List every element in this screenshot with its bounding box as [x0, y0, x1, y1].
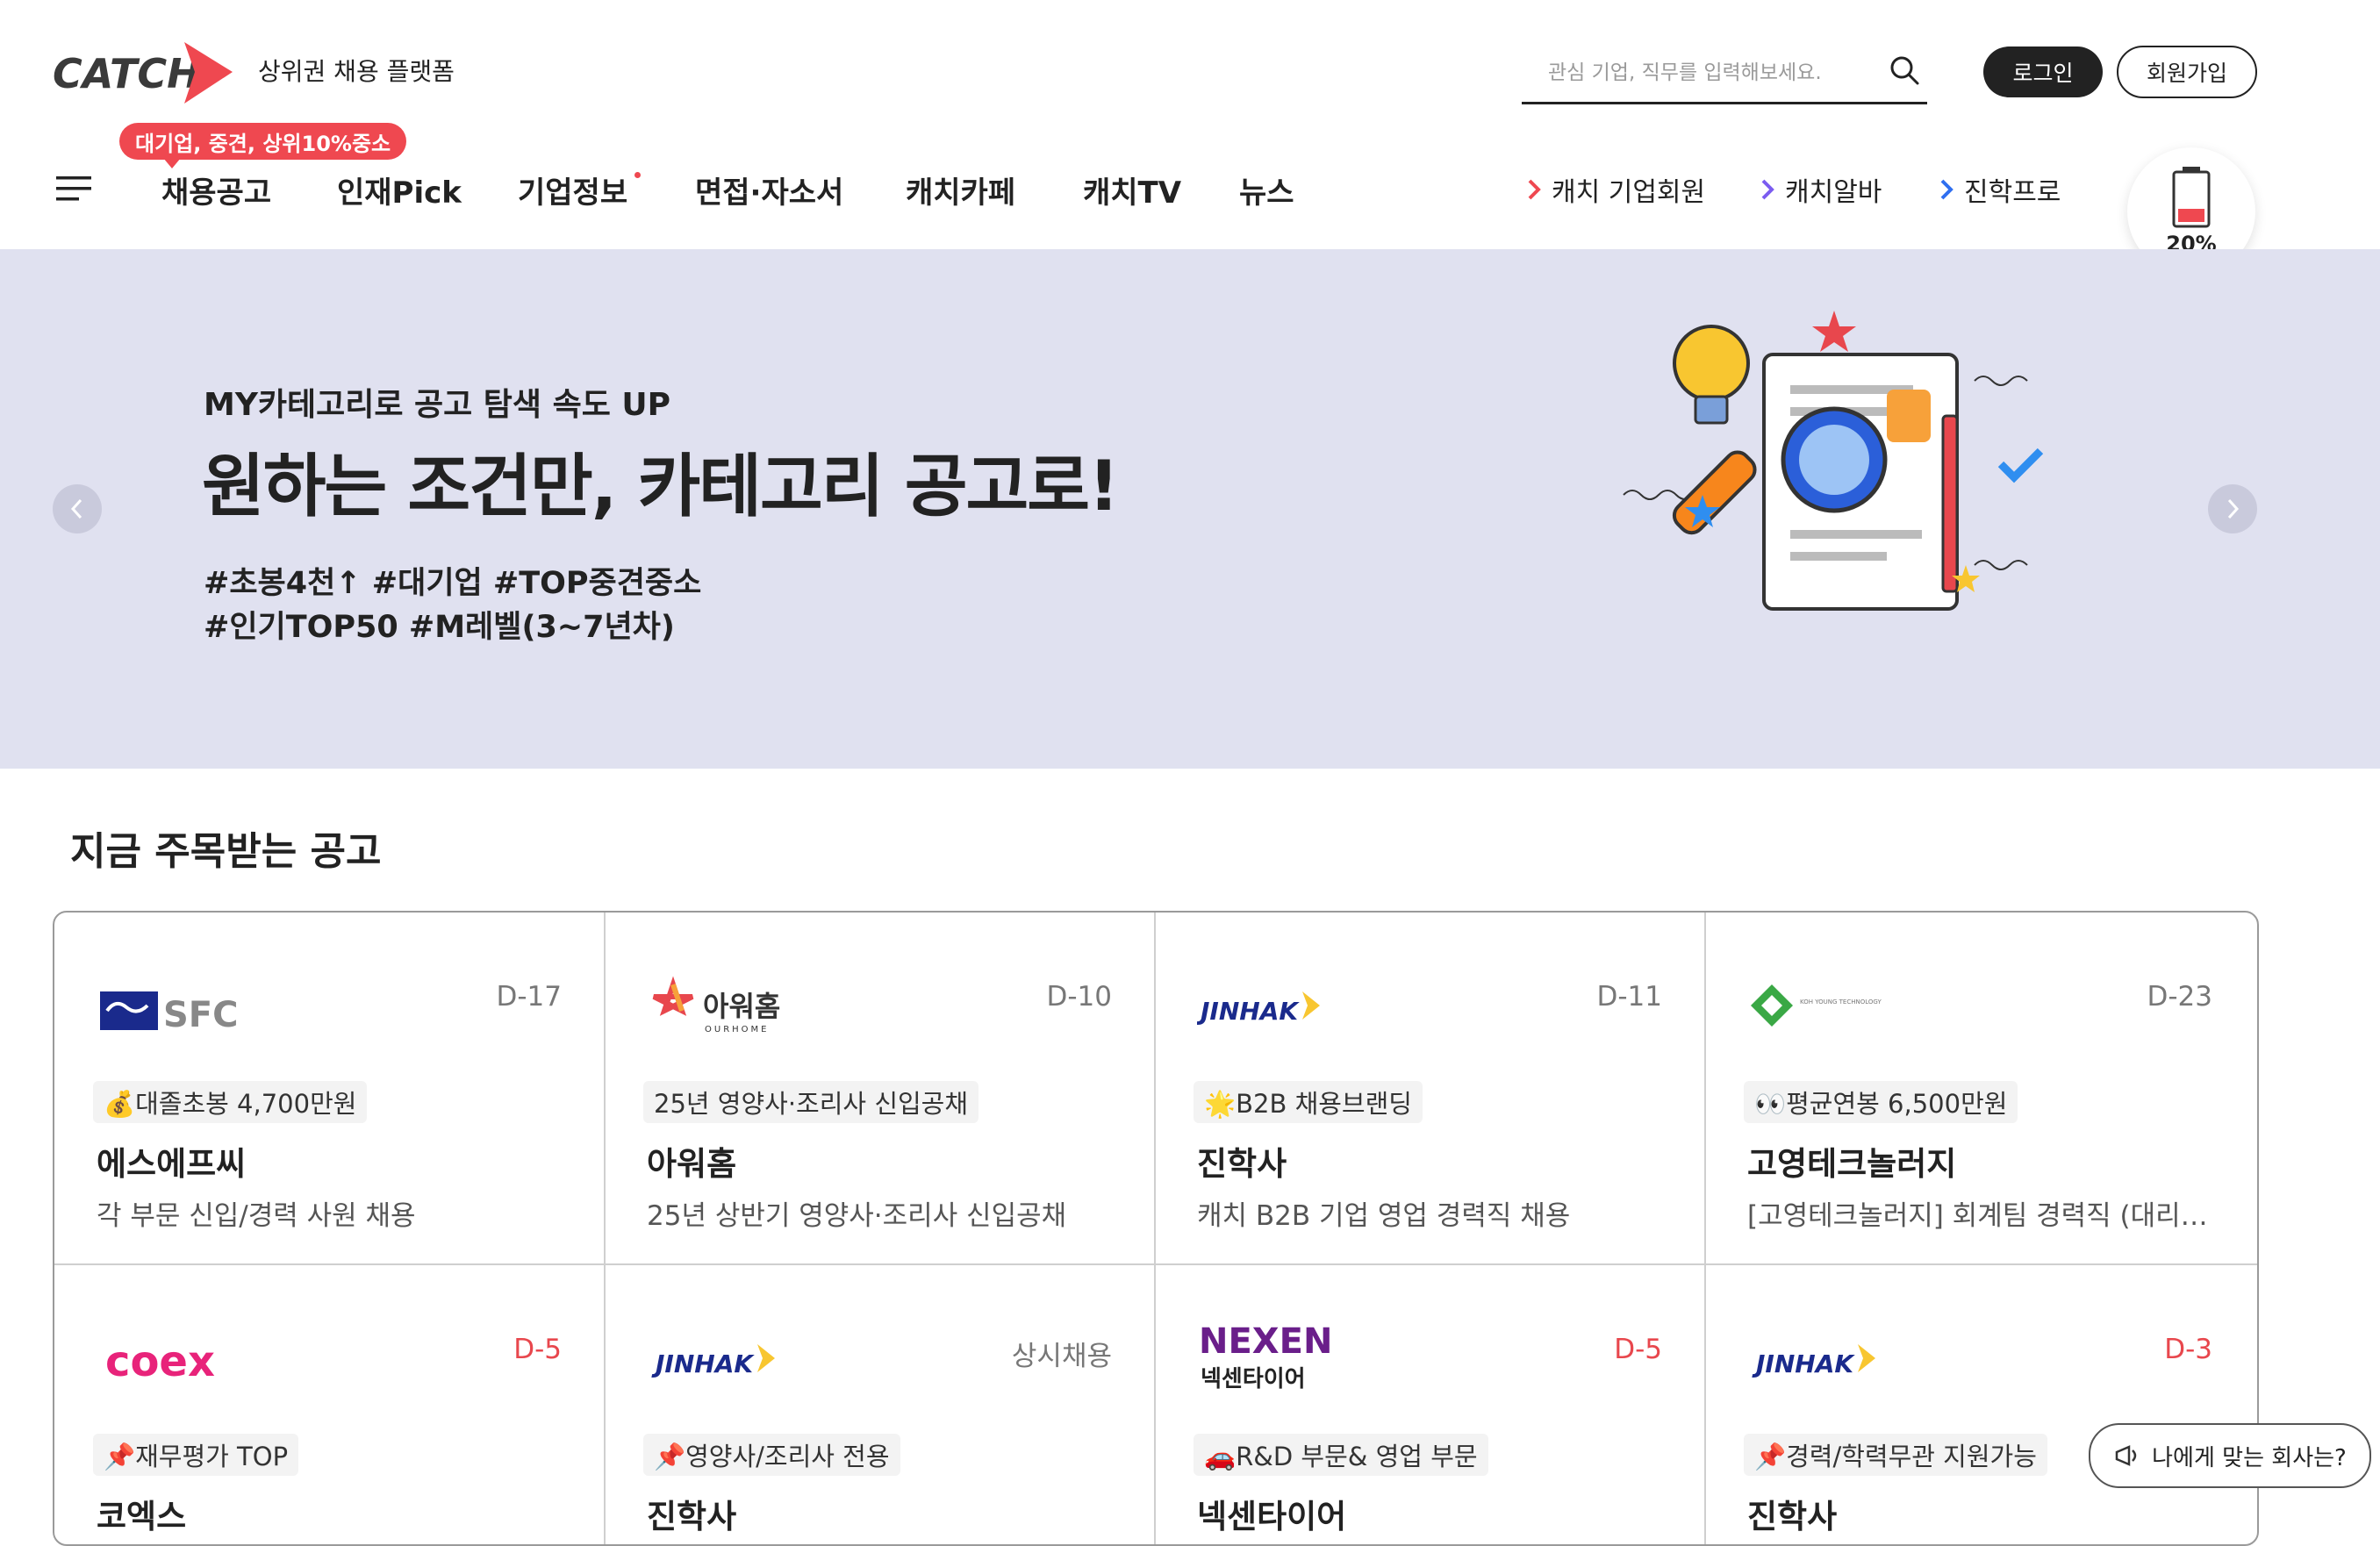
svg-text:NEXEN: NEXEN — [1199, 1321, 1332, 1362]
job-tag: 📌재무평가 TOP — [93, 1434, 299, 1476]
hero-tags-line1: #초봉4천↑ #대기업 #TOP중견중소 — [204, 566, 702, 601]
chevron-right-icon — [1528, 179, 1541, 200]
job-card[interactable]: JINHAK D-11 🌟B2B 채용브랜딩 진학사 캐치 B2B 기업 영업 … — [1155, 913, 1704, 1263]
company-logo: coex — [97, 1318, 272, 1397]
job-tag: 📌영양사/조리사 전용 — [643, 1434, 900, 1476]
company-logo: 아워홈 OURHOME — [647, 965, 822, 1044]
promo-badge: 대기업, 중견, 상위10%중소 — [119, 123, 407, 168]
hero-tags-line2: #인기TOP50 #M레벨(3~7년차) — [204, 610, 675, 645]
hero-subtitle: MY카테고리로 공고 탐색 속도 UP — [204, 387, 670, 423]
hamburger-menu-icon[interactable] — [56, 175, 91, 202]
ext-link-jinhak-pro[interactable]: 진학프로 — [1939, 170, 2061, 209]
job-card[interactable]: coex D-5 📌재무평가 TOP 코엑스 — [54, 1265, 604, 1544]
company-logo: NEXEN 넥센타이어 — [1197, 1318, 1373, 1397]
search-icon[interactable] — [1889, 54, 1920, 89]
svg-text:JINHAK: JINHAK — [1197, 997, 1300, 1026]
battery-icon — [2172, 167, 2211, 228]
chevron-right-icon — [2227, 498, 2240, 519]
dday-badge: D-10 — [1046, 981, 1112, 1013]
chevron-left-icon — [70, 498, 82, 519]
job-tag: 🚗R&D 부문& 영업 부문 — [1194, 1434, 1488, 1476]
chevron-right-icon — [1761, 179, 1774, 200]
nav-item-catch-tv[interactable]: 캐치TV — [1083, 168, 1181, 211]
search-box — [1522, 46, 1927, 104]
nav-item-interview[interactable]: 면접·자소서 — [695, 168, 843, 211]
company-logo: JINHAK — [1747, 1318, 1923, 1397]
ext-link-catch-alba[interactable]: 캐치알바 — [1760, 170, 1882, 209]
nav-item-catch-cafe[interactable]: 캐치카페 — [906, 168, 1015, 211]
recommend-label: 나에게 맞는 회사는? — [2152, 1444, 2347, 1471]
dday-badge: D-17 — [496, 981, 562, 1013]
job-title: 25년 상반기 영양사·조리사 신입공채 — [647, 1200, 1067, 1232]
svg-text:JINHAK: JINHAK — [1752, 1349, 1855, 1378]
hero-next-button[interactable] — [2208, 484, 2257, 533]
job-title: 캐치 B2B 기업 영업 경력직 채용 — [1197, 1200, 1571, 1232]
job-tag: 💰대졸초봉 4,700만원 — [93, 1081, 368, 1123]
job-title: [고영테크놀러지] 회계팀 경력직 (대리~과장급) 채용 — [1747, 1200, 2221, 1232]
svg-text:아워홈: 아워홈 — [703, 990, 780, 1023]
chevron-right-icon — [1940, 179, 1953, 200]
company-name: 진학사 — [1197, 1145, 1287, 1183]
company-logo: JINHAK — [1196, 965, 1373, 1044]
job-title: 각 부문 신입/경력 사원 채용 — [97, 1200, 416, 1232]
job-card[interactable]: JINHAK D-3 📌경력/학력무관 지원가능 진학사 — [1705, 1265, 2255, 1544]
ext-link-label: 캐치알바 — [1785, 177, 1882, 208]
logo-text: CATCH — [53, 50, 201, 97]
company-logo: JINHAK — [647, 1318, 822, 1397]
company-name: 코엑스 — [97, 1498, 187, 1535]
dday-badge: D-5 — [1614, 1334, 1662, 1365]
nav-item-talent-pick[interactable]: 인재Pick — [337, 168, 462, 211]
job-tag: 🌟B2B 채용브랜딩 — [1194, 1081, 1423, 1123]
company-name: 에스에프씨 — [97, 1145, 247, 1183]
tagline: 상위권 채용 플랫폼 — [258, 57, 455, 86]
hero-title: 원하는 조건만, 카테고리 공고로! — [202, 447, 1120, 526]
svg-text:JINHAK: JINHAK — [651, 1349, 755, 1378]
svg-text:넥센타이어: 넥센타이어 — [1201, 1366, 1306, 1392]
dday-badge: D-5 — [513, 1334, 562, 1365]
section-title: 지금 주목받는 공고 — [70, 829, 382, 874]
svg-text:KOH YOUNG TECHNOLOGY: KOH YOUNG TECHNOLOGY — [1800, 998, 1882, 1006]
search-input[interactable] — [1546, 53, 1883, 93]
nav-item-jobs[interactable]: 채용공고 — [161, 168, 271, 211]
login-button[interactable]: 로그인 — [1983, 47, 2103, 97]
company-name: 아워홈 — [647, 1145, 737, 1183]
svg-text:OURHOME: OURHOME — [705, 1025, 769, 1034]
job-card[interactable]: JINHAK 상시채용 📌영양사/조리사 전용 진학사 — [605, 1265, 1154, 1544]
dday-badge: D-3 — [2164, 1334, 2212, 1365]
nav-item-news[interactable]: 뉴스 — [1239, 168, 1294, 211]
job-card[interactable]: NEXEN 넥센타이어 D-5 🚗R&D 부문& 영업 부문 넥센타이어 — [1155, 1265, 1704, 1544]
job-tag: 📌경력/학력무관 지원가능 — [1744, 1434, 2047, 1476]
svg-text:SFC: SFC — [163, 995, 239, 1035]
job-card[interactable]: SFC D-17 💰대졸초봉 4,700만원 에스에프씨 각 부문 신입/경력 … — [54, 913, 604, 1263]
hero-prev-button[interactable] — [53, 484, 102, 533]
company-name: 진학사 — [1747, 1498, 1838, 1535]
company-name: 고영테크놀러지 — [1747, 1145, 1957, 1183]
ext-link-business-member[interactable]: 캐치 기업회원 — [1527, 170, 1705, 209]
signup-button[interactable]: 회원가입 — [2117, 46, 2257, 98]
megaphone-icon — [2115, 1445, 2137, 1466]
ext-link-label: 진학프로 — [1964, 177, 2061, 208]
dday-badge: D-23 — [2147, 981, 2212, 1013]
dday-badge: D-11 — [1596, 981, 1662, 1013]
job-tag: 👀평균연봉 6,500만원 — [1744, 1081, 2018, 1123]
company-name: 진학사 — [647, 1498, 737, 1535]
catch-logo[interactable]: CATCH — [53, 39, 233, 109]
job-card[interactable]: 아워홈 OURHOME D-10 25년 영양사·조리사 신입공채 아워홈 25… — [605, 913, 1154, 1263]
nav-item-company-info[interactable]: 기업정보 — [518, 168, 627, 211]
company-logo: SFC — [97, 965, 272, 1044]
ext-link-label: 캐치 기업회원 — [1552, 177, 1706, 208]
job-card[interactable]: KOH YOUNG TECHNOLOGY D-23 👀평균연봉 6,500만원 … — [1705, 913, 2255, 1263]
svg-text:coex: coex — [105, 1337, 215, 1386]
dday-badge: 상시채용 — [1011, 1341, 1112, 1372]
job-tag: 25년 영양사·조리사 신입공채 — [643, 1081, 979, 1123]
company-name: 넥센타이어 — [1197, 1498, 1347, 1535]
new-dot-icon — [634, 172, 641, 178]
job-grid: SFC D-17 💰대졸초봉 4,700만원 에스에프씨 각 부문 신입/경력 … — [53, 911, 2259, 1546]
hero-illustration — [1615, 302, 2054, 653]
recommend-company-button[interactable]: 나에게 맞는 회사는? — [2089, 1423, 2371, 1488]
company-logo: KOH YOUNG TECHNOLOGY — [1747, 965, 1923, 1044]
